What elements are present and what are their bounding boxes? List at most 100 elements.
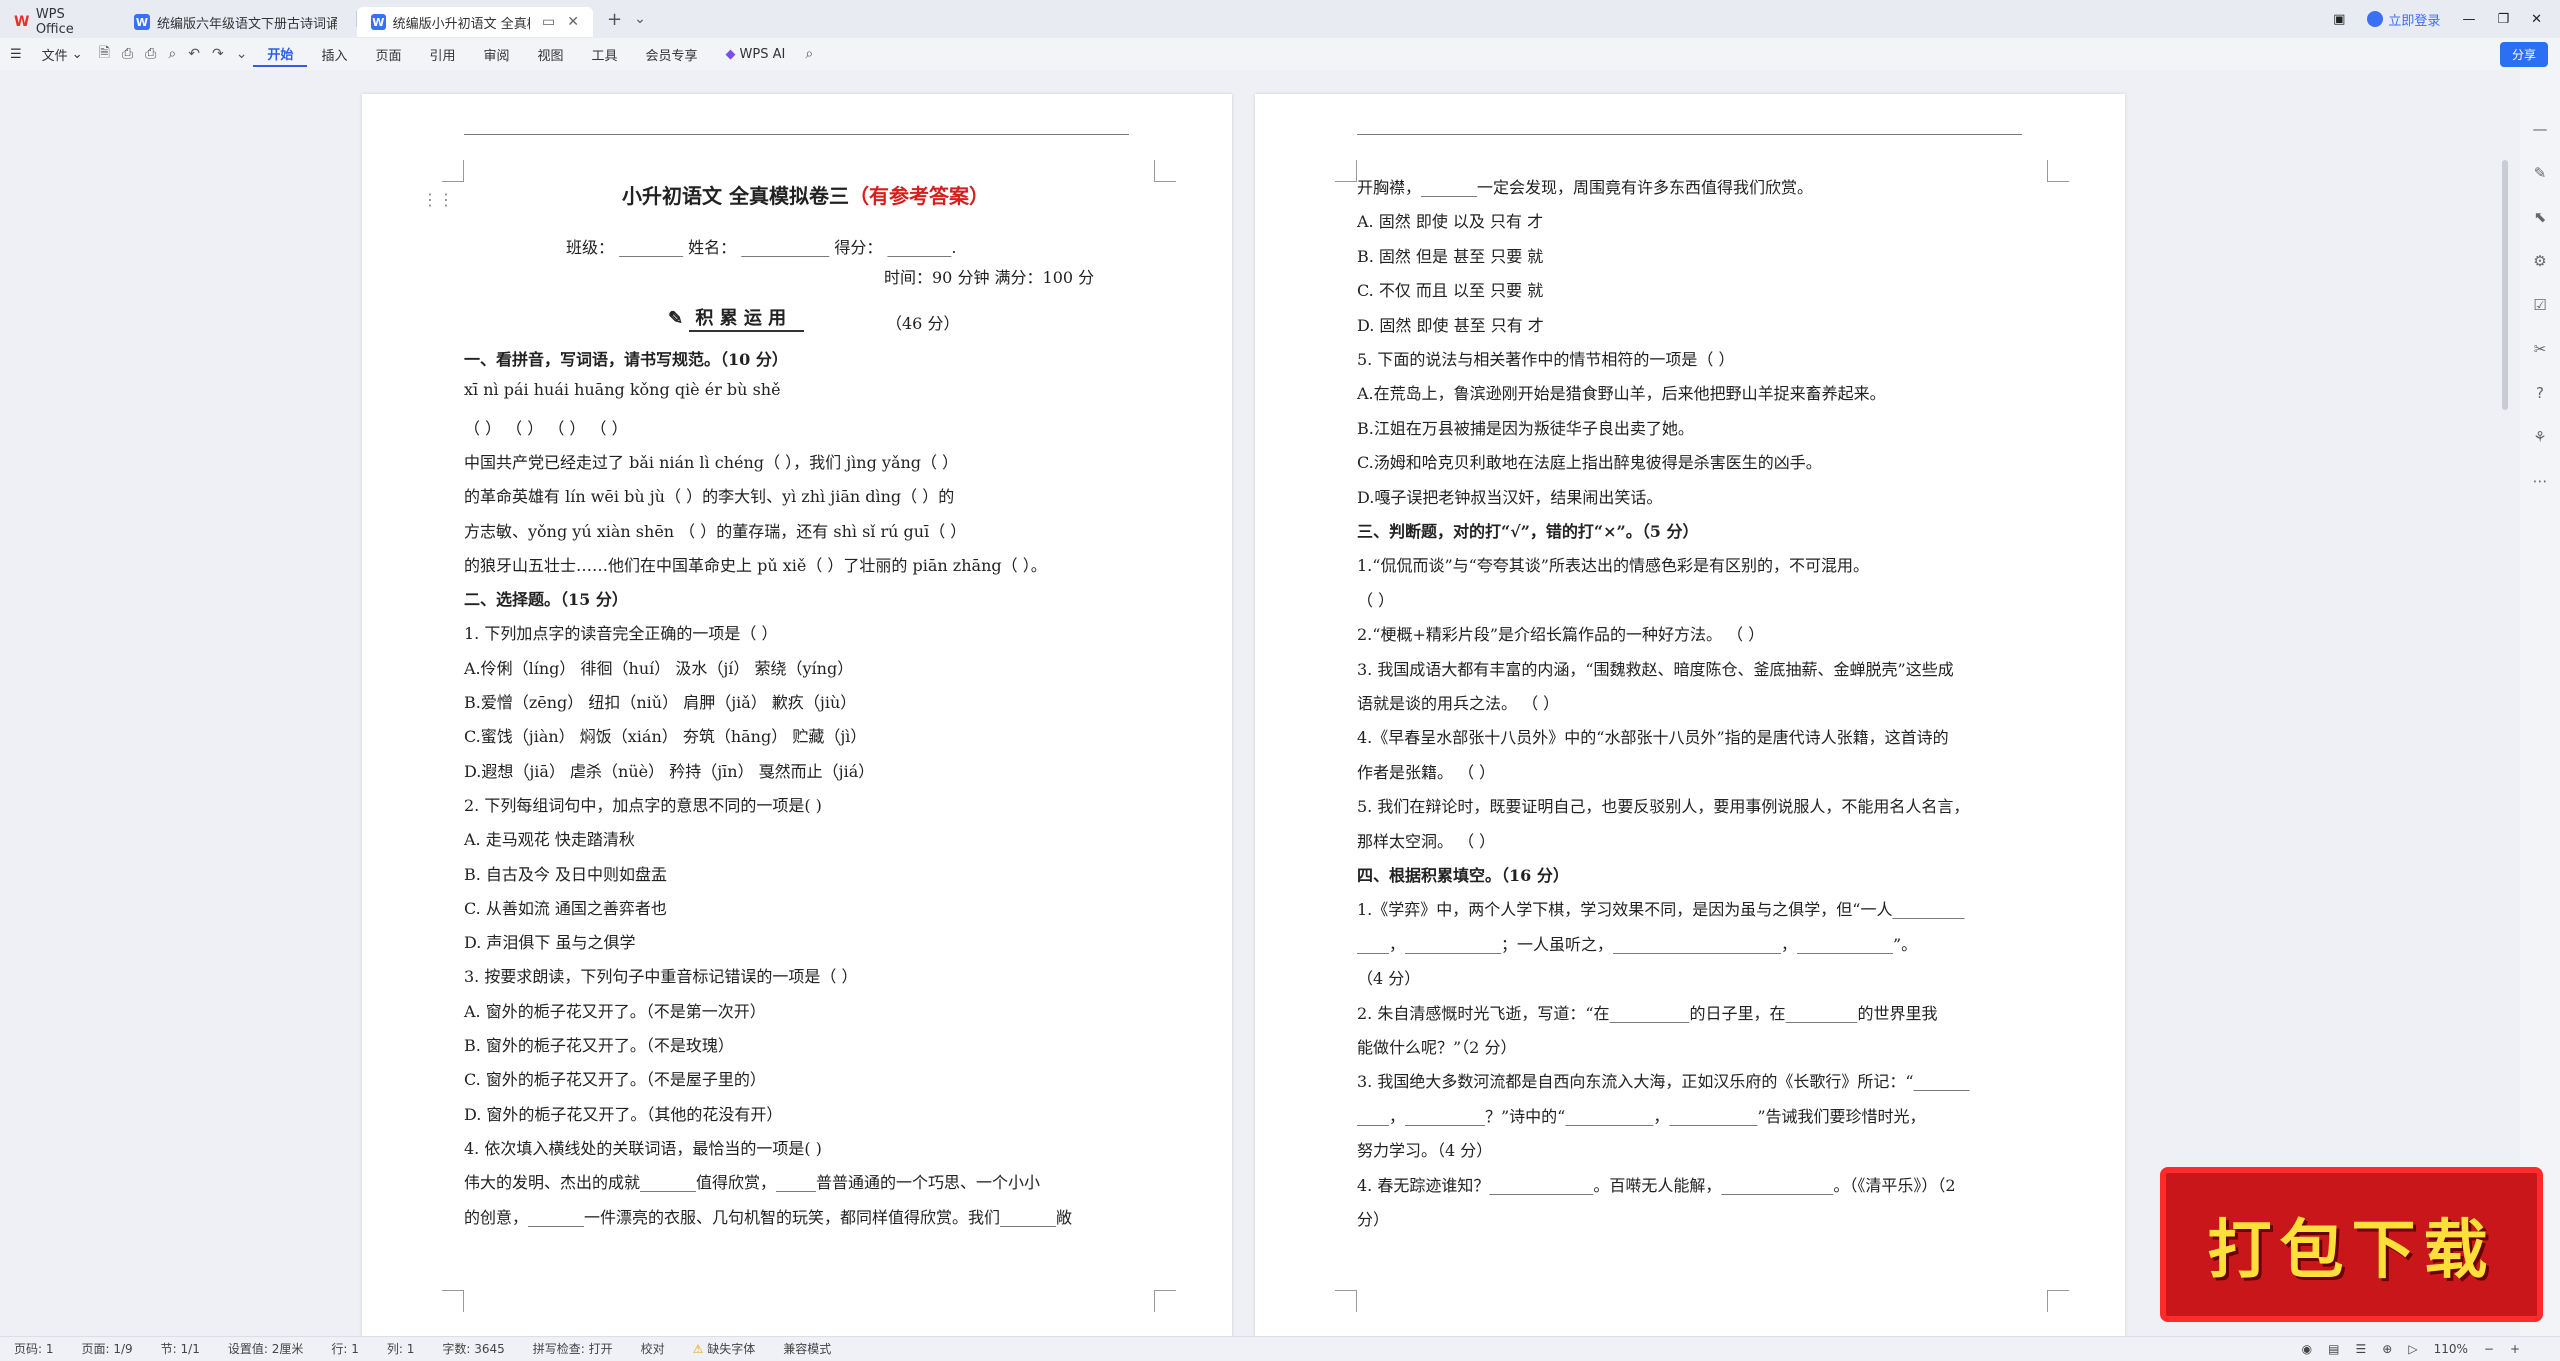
text-line: xī nì pái huái huāng kǒng qiè ér bù shě — [464, 380, 781, 400]
vertical-scrollbar[interactable] — [2502, 160, 2508, 410]
text-line: B. 窗外的栀子花又开了。（不是玫瑰） — [464, 1036, 734, 1055]
print-preview-icon[interactable]: ⌕ — [162, 46, 182, 62]
text-line: D.遐想（jiā） 虐杀（nüè） 矜持（jīn） 戛然而止（jiá） — [464, 761, 875, 781]
text-line: D. 窗外的栀子花又开了。（其他的花没有开） — [464, 1104, 783, 1124]
tab-doc-1[interactable]: W 统编版六年级语文下册古诗词诵读测 — [120, 7, 356, 37]
status-wordcount[interactable]: 字数: 3645 — [428, 1340, 518, 1357]
tab-wps-office[interactable]: W WPS Office — [0, 7, 120, 37]
help-icon[interactable]: ? — [2536, 384, 2544, 402]
tab-doc-2[interactable]: W 统编版小升初语文 全真模拟卷 ▭ ✕ — [357, 7, 593, 37]
text-line: A. 固然 即使 以及 只有 才 — [1357, 212, 1544, 232]
title-answer-note: （有参考答案） — [848, 184, 989, 208]
text-line: 伟大的发明、杰出的成就_______值得欣赏，_____普普通通的一个巧思、一个… — [464, 1173, 1041, 1193]
review-icon[interactable]: ☑ — [2533, 296, 2546, 314]
search-icon[interactable]: ⌕ — [799, 46, 819, 62]
layout-icon[interactable]: ▣ — [2333, 12, 2345, 27]
save-icon[interactable]: 🗎 — [93, 42, 116, 66]
document-workspace[interactable]: ⋮⋮ 小升初语文 全真模拟卷三（有参考答案） 班级： ________ 姓名： … — [0, 70, 2560, 1342]
text-line: B. 固然 但是 甚至 只要 就 — [1357, 246, 1544, 266]
print-icon[interactable]: ⎙ — [139, 46, 162, 62]
tab-view[interactable]: 视图 — [524, 42, 578, 66]
text-line: C.蜜饯（jiàn） 焖饭（xián） 夯筑（hāng） 贮藏（jì） — [464, 727, 867, 747]
export-icon[interactable]: ⎙ — [116, 46, 139, 62]
zoom-out-icon[interactable]: − — [2484, 1342, 2494, 1356]
text-line: 1.“侃侃而谈”与“夸夸其谈”所表达出的情感色彩是有区别的，不可混用。 — [1357, 556, 1869, 576]
pencil-icon: ✎ — [668, 308, 684, 329]
monitor-icon[interactable]: ▭ — [542, 14, 555, 30]
margin-corner — [2047, 1290, 2069, 1312]
settings-icon[interactable]: ⚙ — [2533, 252, 2546, 270]
tab-home[interactable]: 开始 — [253, 41, 308, 67]
minus-icon[interactable]: — — [2533, 120, 2548, 138]
text-line: D. 固然 即使 甚至 只有 才 — [1357, 315, 1544, 335]
file-menu[interactable]: 文件 ⌄ — [32, 42, 93, 66]
share-button[interactable]: 分享 — [2499, 42, 2548, 67]
text-line: 一、看拼音，写词语，请书写规范。（10 分） — [464, 350, 788, 369]
text-line: 那样太空洞。 （ ） — [1357, 831, 1496, 851]
zoom-in-icon[interactable]: + — [2510, 1342, 2520, 1356]
status-page[interactable]: 页码: 1 — [0, 1340, 68, 1357]
select-icon[interactable]: ⬉ — [2534, 208, 2547, 226]
restore-icon[interactable]: ❐ — [2497, 12, 2509, 27]
text-line: C. 从善如流 通国之善弈者也 — [464, 898, 667, 918]
eye-icon[interactable]: ◉ — [2302, 1342, 2312, 1356]
status-row[interactable]: 行: 1 — [317, 1340, 373, 1357]
drag-handle-icon[interactable]: ⋮⋮ — [422, 190, 454, 209]
text-line: 1. 下列加点字的读音完全正确的一项是（ ） — [464, 624, 778, 644]
margin-corner — [1335, 160, 1357, 182]
status-proofread[interactable]: 校对 — [627, 1340, 679, 1357]
text-line: 2.“梗概+精彩片段”是介绍长篇作品的一种好方法。 （ ） — [1357, 625, 1765, 645]
minimize-icon[interactable]: — — [2462, 12, 2475, 27]
status-bar: 页码: 1 页面: 1/9 节: 1/1 设置值: 2厘米 行: 1 列: 1 … — [0, 1336, 2560, 1360]
text-line: （4 分） — [1357, 969, 1421, 989]
play-icon[interactable]: ▷ — [2408, 1342, 2417, 1356]
status-missing-font[interactable]: ⚠ 缺失字体 — [679, 1340, 770, 1357]
exam-time: 时间：90 分钟 满分：100 分 — [884, 268, 1095, 287]
document-page-2[interactable]: 开胸襟，_______一定会发现，周围竟有许多东西值得我们欣赏。 A. 固然 即… — [1255, 94, 2125, 1342]
close-icon[interactable]: ✕ — [567, 14, 579, 30]
text-line: 2. 朱自清感慨时光飞逝，写道：“在__________的日子里，在______… — [1357, 1003, 1938, 1023]
more-icon[interactable]: ⋯ — [2533, 472, 2548, 490]
text-line: 3. 我国成语大都有丰富的内涵，“围魏救赵、暗度陈仓、釜底抽薪、金蝉脱壳”这些成 — [1357, 659, 1954, 679]
tools-icon[interactable]: ✂ — [2534, 340, 2547, 358]
text-line: C. 不仅 而且 以至 只要 就 — [1357, 281, 1544, 301]
document-page-1[interactable]: ⋮⋮ 小升初语文 全真模拟卷三（有参考答案） 班级： ________ 姓名： … — [362, 94, 1232, 1342]
share-label: 分享 — [2511, 48, 2536, 62]
status-section[interactable]: 节: 1/1 — [147, 1340, 214, 1357]
login-button[interactable]: 立即登录 — [2367, 10, 2440, 29]
header-line — [464, 134, 1129, 135]
wps-ai-button[interactable]: ◆ WPS AI — [712, 42, 800, 66]
tab-label: 统编版小升初语文 全真模拟卷 — [392, 16, 530, 32]
redo-icon[interactable]: ↷ — [206, 46, 230, 62]
tab-tools[interactable]: 工具 — [578, 42, 632, 66]
margin-corner — [442, 1290, 464, 1312]
hamburger-icon[interactable]: ☰ — [0, 42, 32, 66]
chevron-down-icon[interactable]: ⌄ — [628, 11, 652, 27]
apps-icon[interactable]: ⚘ — [2533, 428, 2546, 446]
status-pages[interactable]: 页面: 1/9 — [68, 1340, 147, 1357]
pen-icon[interactable]: ✎ — [2534, 164, 2547, 182]
login-label: 立即登录 — [2388, 13, 2441, 29]
tab-member[interactable]: 会员专享 — [632, 42, 712, 66]
tab-insert[interactable]: 插入 — [307, 42, 361, 66]
text-line: 语就是谈的用兵之法。 （ ） — [1357, 694, 1560, 713]
text-line: 的狼牙山五壮士……他们在中国革命史上 pǔ xiě（ ）了壮丽的 piān zh… — [464, 555, 1047, 575]
page-view-icon[interactable]: ▤ — [2328, 1342, 2339, 1356]
text-line: 3. 按要求朗读，下列句子中重音标记错误的一项是（ ） — [464, 967, 858, 987]
zoom-value[interactable]: 110% — [2434, 1342, 2468, 1356]
status-col[interactable]: 列: 1 — [373, 1340, 429, 1357]
outline-icon[interactable]: ☰ — [2356, 1342, 2367, 1356]
tab-page[interactable]: 页面 — [361, 42, 415, 66]
undo-icon[interactable]: ↶ — [182, 46, 206, 62]
status-spellcheck[interactable]: 拼写检查: 打开 — [519, 1340, 627, 1357]
tab-references[interactable]: 引用 — [415, 42, 469, 66]
tab-review[interactable]: 审阅 — [469, 42, 523, 66]
download-banner[interactable]: 打包下载 — [2160, 1167, 2543, 1322]
close-window-icon[interactable]: ✕ — [2531, 12, 2542, 27]
chevron-down-icon[interactable]: ⌄ — [230, 46, 254, 62]
missing-font-label: 缺失字体 — [707, 1342, 756, 1356]
new-tab-icon[interactable]: + — [601, 9, 628, 30]
status-compat[interactable]: 兼容模式 — [769, 1340, 845, 1357]
web-view-icon[interactable]: ⊕ — [2382, 1342, 2392, 1356]
status-setting[interactable]: 设置值: 2厘米 — [214, 1340, 318, 1357]
